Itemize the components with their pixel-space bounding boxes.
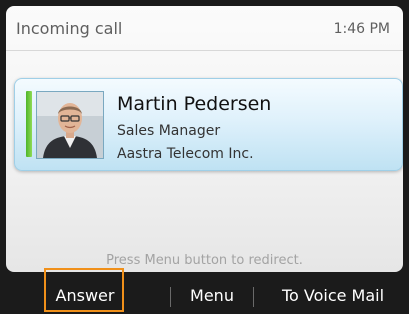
contact-company: Aastra Telecom Inc.: [117, 146, 254, 162]
answer-highlight: [44, 268, 124, 312]
contact-card[interactable]: Martin Pedersen Sales Manager Aastra Tel…: [14, 78, 403, 171]
call-screen: Incoming call 1:46 PM Martin Pedersen Sa…: [6, 6, 403, 272]
call-header: Incoming call 1:46 PM: [6, 6, 403, 51]
presence-indicator: [26, 91, 32, 157]
softkey-divider: [170, 287, 171, 307]
contact-avatar: [36, 91, 104, 159]
redirect-hint: Press Menu button to redirect.: [106, 253, 303, 268]
softkey-divider: [253, 287, 254, 307]
phone-display: Incoming call 1:46 PM Martin Pedersen Sa…: [0, 0, 409, 314]
header-divider: [6, 50, 403, 51]
menu-button[interactable]: Menu: [182, 278, 242, 314]
voicemail-button[interactable]: To Voice Mail: [262, 278, 404, 314]
contact-name: Martin Pedersen: [117, 93, 272, 115]
clock: 1:46 PM: [333, 21, 390, 37]
contact-role: Sales Manager: [117, 123, 221, 139]
call-title: Incoming call: [16, 19, 123, 38]
contact-photo-icon: [37, 92, 103, 158]
